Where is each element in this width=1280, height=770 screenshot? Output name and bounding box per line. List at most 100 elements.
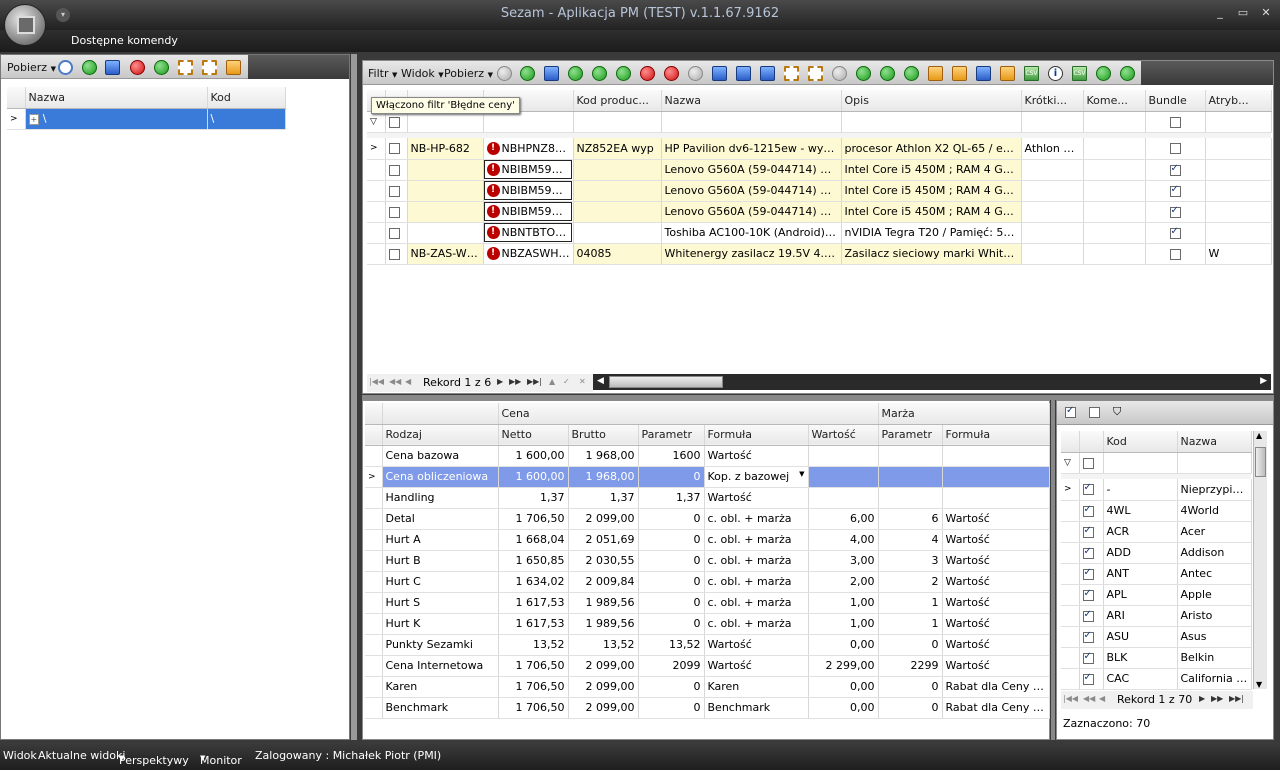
- table-row[interactable]: ANTAntec: [1061, 563, 1252, 585]
- filter-funnel-icon[interactable]: ▽: [367, 111, 386, 133]
- cell-marza-parametr[interactable]: 0: [878, 634, 943, 656]
- cell-rodzaj[interactable]: Handling: [382, 487, 499, 509]
- table-row[interactable]: Cena bazowa 1 600,00 1 968,00 1600 Wartość: [365, 445, 1050, 467]
- cell-parametr[interactable]: 1600: [638, 445, 705, 467]
- scroll-left-icon[interactable]: ◀: [597, 376, 604, 386]
- cell-marza-formula[interactable]: [942, 445, 1050, 467]
- cell-formula[interactable]: c. obl. + marża: [704, 571, 809, 593]
- cell-kod[interactable]: APL: [1103, 584, 1178, 606]
- cancel-icon[interactable]: ✕: [579, 377, 586, 386]
- tree-add-icon[interactable]: [856, 66, 871, 81]
- cell-wartosc[interactable]: 3,00: [808, 550, 879, 572]
- header-name[interactable]: Nazwa: [661, 90, 842, 112]
- cell-rodzaj[interactable]: Punkty Sezamki: [382, 634, 499, 656]
- view-menu[interactable]: Widok: [3, 749, 37, 762]
- cell-wartosc[interactable]: 0,00: [808, 676, 879, 698]
- tree-header-kod[interactable]: Kod: [207, 87, 286, 109]
- cell-formula[interactable]: Wartość: [704, 655, 809, 677]
- cell-wartosc[interactable]: 2 299,00: [808, 655, 879, 677]
- minimize-button[interactable]: _: [1212, 6, 1228, 19]
- cell-brutto[interactable]: 1 989,56: [568, 592, 639, 614]
- cell-producer-code[interactable]: [573, 222, 662, 244]
- header-rodzaj[interactable]: Rodzaj: [382, 424, 499, 446]
- table-row[interactable]: ARIAristo: [1061, 605, 1252, 627]
- edit-all-icon[interactable]: [760, 66, 775, 81]
- cell-netto[interactable]: 1 706,50: [498, 676, 569, 698]
- pencil-icon[interactable]: [1000, 66, 1015, 81]
- cell-parametr[interactable]: 2099: [638, 655, 705, 677]
- cell-nazwa[interactable]: Antec: [1177, 563, 1252, 585]
- cell-name[interactable]: Whitenergy zasilacz 19.5V 4.62A ...: [661, 243, 842, 265]
- cell-col-2[interactable]: !NBHPNZ852EA: [483, 138, 574, 160]
- current-views-menu[interactable]: Aktualne widoki: [38, 749, 125, 762]
- cell-wartosc[interactable]: 0,00: [808, 697, 879, 719]
- tools-icon[interactable]: [712, 66, 727, 81]
- cell-netto[interactable]: 1 706,50: [498, 508, 569, 530]
- confirm-icon[interactable]: ✓: [563, 377, 570, 386]
- filter-cell[interactable]: [1205, 111, 1272, 133]
- row-checkbox[interactable]: [388, 143, 400, 155]
- cell-formula[interactable]: c. obl. + marża: [704, 529, 809, 551]
- table-row[interactable]: Karen 1 706,50 2 099,00 0 Karen 0,00 0 Rabat dl…: [365, 676, 1050, 698]
- row-checkbox[interactable]: [1082, 630, 1094, 643]
- cell-name[interactable]: Lenovo G560A (59-044714) + To...: [661, 159, 842, 181]
- cell-marza-formula[interactable]: Wartość: [942, 592, 1050, 614]
- cell-netto[interactable]: 1 617,53: [498, 592, 569, 614]
- header-attributes[interactable]: Atryb...: [1205, 90, 1272, 112]
- cell-name[interactable]: Toshiba AC100-10K (Android) + E...: [661, 222, 842, 244]
- cell-bundle[interactable]: [1145, 159, 1206, 181]
- cell-wartosc[interactable]: 1,00: [808, 613, 879, 635]
- cell-col-1[interactable]: [407, 180, 484, 202]
- table-row[interactable]: Benchmark 1 706,50 2 099,00 0 Benchmark 0,00 0…: [365, 697, 1050, 719]
- cell-parametr[interactable]: 0: [638, 529, 705, 551]
- cell-producer-code[interactable]: [573, 201, 662, 223]
- header-marza-formula[interactable]: Formuła: [942, 424, 1050, 446]
- cell-marza-parametr[interactable]: 2: [878, 571, 943, 593]
- cell-marza-parametr[interactable]: [878, 466, 943, 488]
- cell-parametr[interactable]: 1,37: [638, 487, 705, 509]
- bundle-checkbox[interactable]: [1169, 163, 1181, 176]
- row-checkbox[interactable]: [1082, 651, 1094, 664]
- cell-rodzaj[interactable]: Hurt A: [382, 529, 499, 551]
- cell-bundle[interactable]: [1145, 201, 1206, 223]
- header-nazwa[interactable]: Nazwa: [1177, 431, 1252, 453]
- cell-comment[interactable]: [1083, 159, 1146, 181]
- cell-rodzaj[interactable]: Cena obliczeniowa: [382, 466, 499, 488]
- cell-short[interactable]: [1021, 243, 1084, 265]
- add-icon[interactable]: [568, 66, 583, 81]
- table-row[interactable]: Hurt A1 668,04 2 051,69 0 c. obl. + marża 4,…: [365, 529, 1050, 551]
- cell-brutto[interactable]: 2 009,84: [568, 571, 639, 593]
- cell-parametr[interactable]: 0: [638, 592, 705, 614]
- scroll-thumb[interactable]: [1255, 447, 1266, 477]
- cell-comment[interactable]: [1083, 180, 1146, 202]
- vertical-splitter-bottom[interactable]: [1051, 400, 1055, 740]
- search-icon[interactable]: [58, 60, 73, 75]
- download-icon[interactable]: [1096, 66, 1111, 81]
- cell-parametr[interactable]: 0: [638, 550, 705, 572]
- first-record-icon[interactable]: |◀◀: [1063, 694, 1078, 703]
- horizontal-scrollbar[interactable]: ◀ ▶: [593, 374, 1271, 390]
- cell-netto[interactable]: 1 650,85: [498, 550, 569, 572]
- next-record-icon[interactable]: ▶: [1199, 694, 1205, 703]
- cell-rodzaj[interactable]: Cena Internetowa: [382, 655, 499, 677]
- cell-short[interactable]: [1021, 159, 1084, 181]
- cell-rodzaj[interactable]: Hurt C: [382, 571, 499, 593]
- cell-brutto[interactable]: 2 051,69: [568, 529, 639, 551]
- cell-attributes[interactable]: W: [1205, 243, 1272, 265]
- row-checkbox[interactable]: [388, 248, 400, 260]
- row-check-cell[interactable]: [1079, 563, 1104, 585]
- cell-marza-formula[interactable]: Wartość: [942, 508, 1050, 530]
- tree-cell-nazwa[interactable]: + \: [25, 108, 208, 130]
- filter-cell[interactable]: [1103, 452, 1178, 474]
- table-row[interactable]: Handling 1,37 1,37 1,37 Wartość: [365, 487, 1050, 509]
- filter-cell[interactable]: [1083, 111, 1146, 133]
- row-select-cell[interactable]: [385, 159, 408, 181]
- cell-wartosc[interactable]: 6,00: [808, 508, 879, 530]
- cell-nazwa[interactable]: Asus: [1177, 626, 1252, 648]
- cell-formula[interactable]: c. obl. + marża: [704, 508, 809, 530]
- cell-kod[interactable]: ANT: [1103, 563, 1178, 585]
- table-row[interactable]: Hurt K1 617,53 1 989,56 0 c. obl. + marża 1,…: [365, 613, 1050, 635]
- cell-description[interactable]: Intel Core i5 450M ; RAM 4 GB ; t...: [841, 180, 1022, 202]
- move-icon[interactable]: [808, 66, 823, 81]
- cell-wartosc[interactable]: [808, 445, 879, 467]
